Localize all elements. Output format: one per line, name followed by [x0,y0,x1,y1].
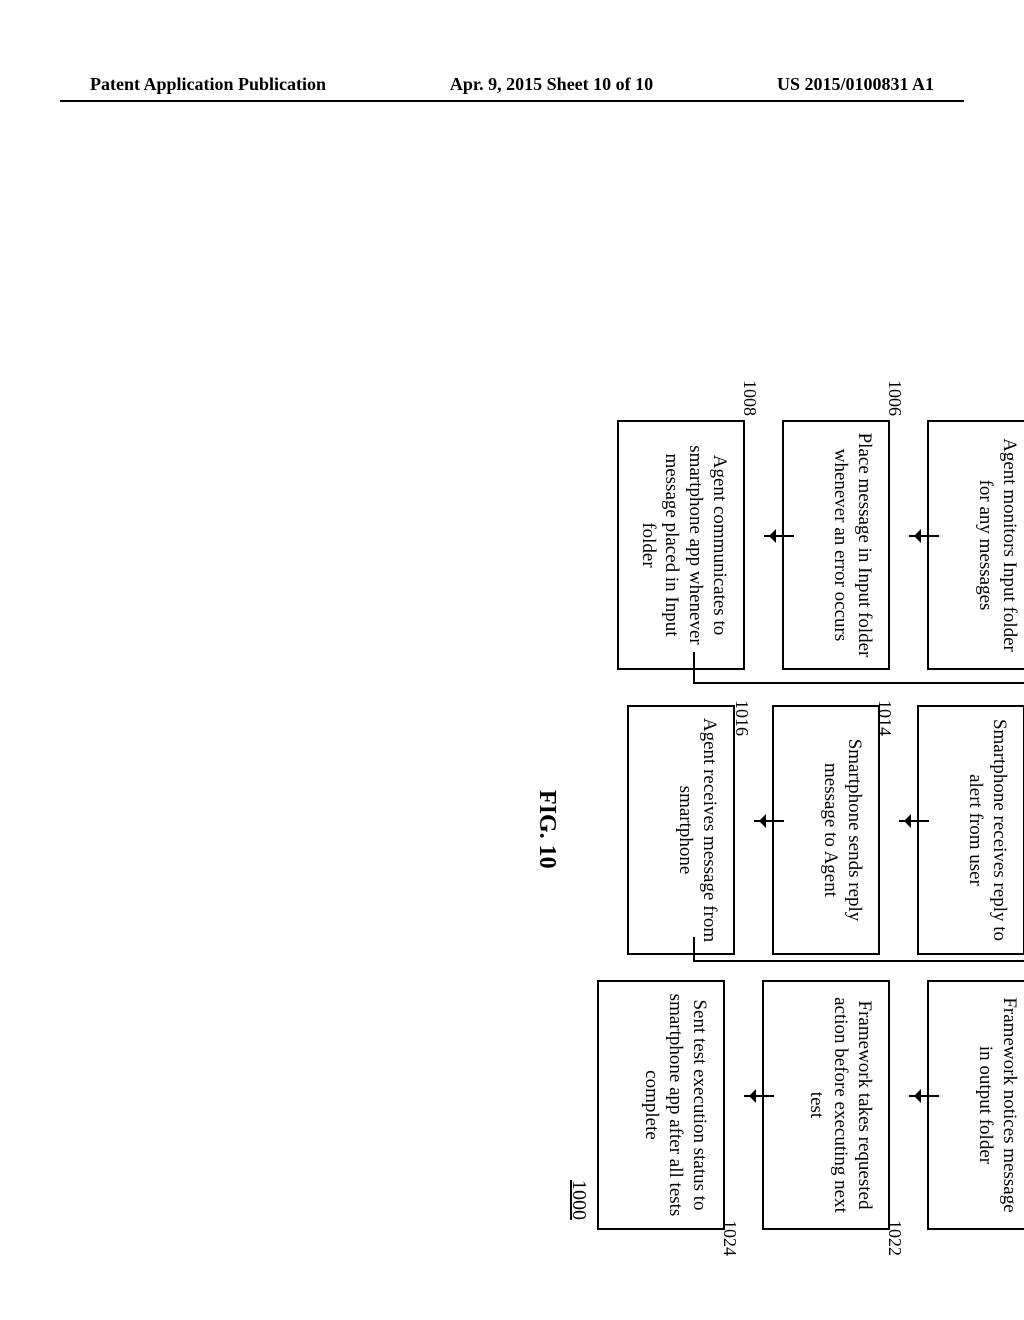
box-1006: Place message in Input folder whenever a… [782,420,890,670]
ref-1000: 1000 [567,1170,590,1230]
flow-diagram: 1002 Framework executes test on system 1… [120,420,1024,1220]
box-1004: Agent monitors Input folder for any mess… [927,420,1024,670]
conn-v1 [693,682,1024,684]
arrow-1012-1014 [899,820,929,822]
arrow-1022-1024 [744,1095,774,1097]
conn-v2 [693,960,1024,962]
arrow-1020-1022 [909,1095,939,1097]
box-1016: Agent receives message from smartphone [627,705,735,955]
page-header: Patent Application Publication Apr. 9, 2… [0,74,1024,95]
box-1020: Framework notices message in output fold… [927,980,1024,1230]
box-1014: Smartphone sends reply message to Agent [772,705,880,955]
header-right: US 2015/0100831 A1 [777,74,934,95]
header-left: Patent Application Publication [90,74,326,95]
box-1008: Agent communicates to smartphone app whe… [617,420,745,670]
conn-h2 [693,937,695,962]
box-1022: Framework takes requested action before … [762,980,890,1230]
arrow-1006-1008 [764,535,794,537]
figure-caption: FIG. 10 [533,790,560,869]
conn-h1 [693,652,695,682]
ref-1006: 1006 [884,380,905,416]
header-rule [60,100,964,102]
header-mid: Apr. 9, 2015 Sheet 10 of 10 [450,74,653,95]
box-1024: Sent test execution status to smartphone… [597,980,725,1230]
ref-1008: 1008 [739,380,760,416]
box-1012: Smartphone receives reply to alert from … [917,705,1024,955]
arrow-1004-1006 [909,535,939,537]
arrow-1014-1016 [754,820,784,822]
